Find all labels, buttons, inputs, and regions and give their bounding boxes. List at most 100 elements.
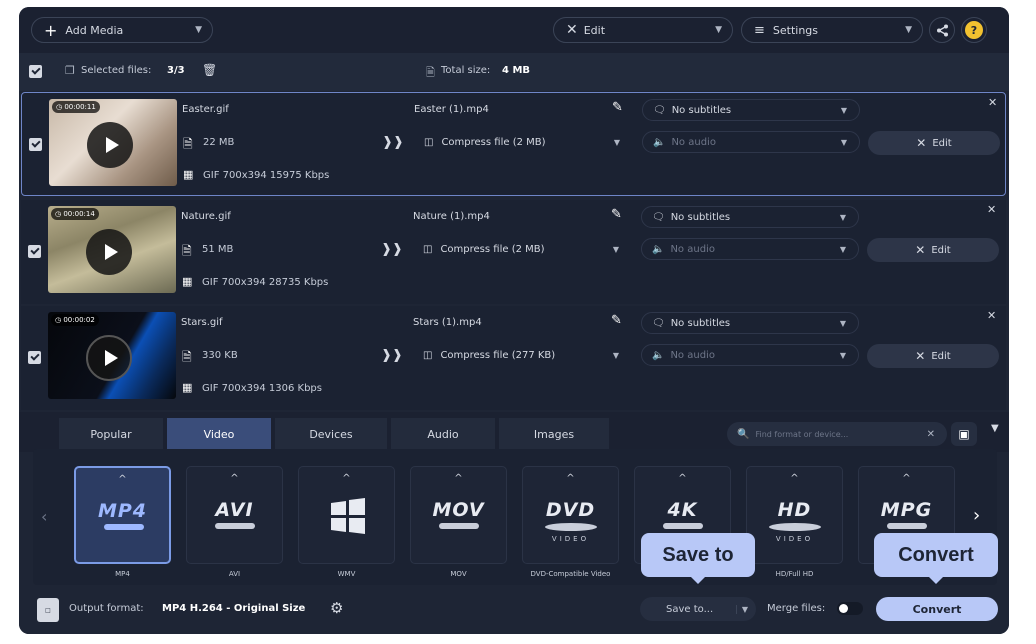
play-icon[interactable]: [86, 335, 132, 381]
play-icon[interactable]: [86, 229, 132, 275]
output-filename[interactable]: Nature (1).mp4: [413, 211, 490, 222]
file-info: GIF 700x394 15975 Kbps: [203, 170, 330, 181]
edit-file-button[interactable]: ✕ Edit: [867, 344, 999, 368]
tab-images[interactable]: Images: [499, 418, 609, 450]
scissors-icon: ✕: [566, 22, 578, 38]
tab-devices[interactable]: Devices: [275, 418, 387, 450]
expand-caret-icon[interactable]: ^: [523, 473, 618, 484]
edit-file-button[interactable]: ✕ Edit: [868, 131, 1000, 155]
chevron-down-icon: ▼: [840, 137, 847, 147]
file-row[interactable]: ◷ 00:00:02 Stars.gif 🗎 330 KB ▦ GIF 700x…: [21, 306, 1006, 410]
compress-dropdown[interactable]: ◫ Compress file (2 MB) ▼: [414, 131, 632, 153]
expand-caret-icon[interactable]: ^: [635, 473, 730, 484]
subtitles-dropdown[interactable]: 🗨 No subtitles ▼: [642, 99, 860, 121]
audio-dropdown[interactable]: 🔈 No audio ▼: [641, 238, 859, 260]
save-to-button[interactable]: Save to... ▼: [640, 597, 756, 621]
detect-device-button[interactable]: ▣: [951, 422, 977, 446]
edit-file-label: Edit: [931, 350, 951, 362]
scissors-icon: ✕: [915, 243, 926, 257]
menu-lines-icon: ≡: [754, 22, 765, 38]
expand-caret-icon[interactable]: ^: [859, 473, 954, 484]
settings-menu-button[interactable]: ≡ Settings ▼: [741, 17, 923, 43]
top-toolbar: + Add Media ▼ ✕ Edit ▼ ≡ Settings ▼ ?: [19, 7, 1009, 53]
gear-icon[interactable]: ⚙: [330, 599, 343, 617]
expand-caret-icon[interactable]: ^: [411, 473, 506, 484]
tab-audio[interactable]: Audio: [391, 418, 495, 450]
file-size: 51 MB: [202, 244, 234, 255]
edit-menu-button[interactable]: ✕ Edit ▼: [553, 17, 733, 43]
plus-icon: +: [44, 20, 58, 40]
format-card-mp4[interactable]: ^ MP4: [74, 466, 171, 564]
convert-arrow-icon: ❱❱: [381, 242, 403, 257]
share-button[interactable]: [929, 17, 955, 43]
format-logo: DVD: [545, 499, 596, 521]
collapse-chevron-icon[interactable]: ▼: [991, 423, 999, 434]
pencil-icon[interactable]: ✎: [612, 100, 623, 115]
scroll-right-icon[interactable]: ›: [973, 505, 980, 526]
merge-files-toggle[interactable]: [837, 602, 863, 615]
compress-dropdown[interactable]: ◫ Compress file (2 MB) ▼: [413, 238, 631, 260]
format-search-input[interactable]: 🔍 Find format or device... ✕: [727, 422, 947, 446]
expand-caret-icon[interactable]: ^: [299, 473, 394, 484]
output-filename[interactable]: Stars (1).mp4: [413, 317, 482, 328]
file-checkbox[interactable]: [29, 138, 42, 151]
format-card-dvd[interactable]: ^ DVD VIDEO: [522, 466, 619, 564]
selected-files-count: 3/3: [167, 65, 185, 76]
subtitles-dropdown[interactable]: 🗨 No subtitles ▼: [641, 206, 859, 228]
subtitles-dropdown[interactable]: 🗨 No subtitles ▼: [641, 312, 859, 334]
remove-file-icon[interactable]: ✕: [988, 96, 997, 109]
expand-caret-icon[interactable]: ^: [76, 474, 169, 485]
subtitles-label: No subtitles: [671, 104, 732, 116]
tab-video[interactable]: Video: [167, 418, 271, 450]
add-media-button[interactable]: + Add Media ▼: [31, 17, 213, 43]
expand-caret-icon[interactable]: ^: [747, 473, 842, 484]
pencil-icon[interactable]: ✎: [611, 313, 622, 328]
edit-file-button[interactable]: ✕ Edit: [867, 238, 999, 262]
audio-label: No audio: [670, 349, 715, 361]
help-button[interactable]: ?: [961, 17, 987, 43]
film-icon: ▦: [182, 275, 193, 288]
tab-popular[interactable]: Popular: [59, 418, 163, 450]
file-row[interactable]: ◷ 00:00:14 Nature.gif 🗎 51 MB ▦ GIF 700x…: [21, 200, 1006, 304]
source-filename: Stars.gif: [181, 317, 223, 328]
file-icon: 🗎: [183, 137, 193, 151]
edit-file-label: Edit: [932, 137, 952, 149]
format-card-mov[interactable]: ^ MOV: [410, 466, 507, 564]
trash-icon[interactable]: 🗑: [202, 63, 217, 77]
compress-dropdown[interactable]: ◫ Compress file (277 KB) ▼: [413, 344, 631, 366]
format-card-wmv[interactable]: ^: [298, 466, 395, 564]
play-icon[interactable]: [87, 122, 133, 168]
video-thumbnail[interactable]: ◷ 00:00:14: [48, 206, 176, 293]
remove-file-icon[interactable]: ✕: [987, 203, 996, 216]
disc-shape: [545, 523, 597, 531]
selected-files-label: Selected files:: [81, 65, 152, 76]
chevron-down-icon: ▼: [839, 212, 846, 222]
compress-icon: ◫: [423, 349, 433, 361]
pencil-icon[interactable]: ✎: [611, 207, 622, 222]
audio-dropdown[interactable]: 🔈 No audio ▼: [642, 131, 860, 153]
video-thumbnail[interactable]: ◷ 00:00:11: [49, 99, 177, 186]
select-all-checkbox[interactable]: [29, 65, 42, 78]
speaker-icon: 🔈: [652, 349, 665, 361]
clear-search-icon[interactable]: ✕: [927, 429, 935, 440]
format-tabs: Popular Video Devices Audio Images 🔍 Fin…: [19, 412, 1009, 452]
convert-button[interactable]: Convert: [876, 597, 998, 621]
file-checkbox[interactable]: [28, 245, 41, 258]
expand-caret-icon[interactable]: ^: [187, 473, 282, 484]
audio-dropdown[interactable]: 🔈 No audio ▼: [641, 344, 859, 366]
convert-label: Convert: [912, 602, 962, 616]
format-card-hd[interactable]: ^ HD VIDEO: [746, 466, 843, 564]
output-format-value[interactable]: MP4 H.264 - Original Size: [162, 603, 305, 614]
duration-badge: ◷ 00:00:14: [51, 208, 99, 220]
file-row[interactable]: ◷ 00:00:11 Easter.gif 🗎 22 MB ▦ GIF 700x…: [21, 92, 1006, 196]
file-checkbox[interactable]: [28, 351, 41, 364]
format-card-avi[interactable]: ^ AVI: [186, 466, 283, 564]
scissors-icon: ✕: [916, 136, 927, 150]
chevron-down-icon[interactable]: ▼: [735, 604, 748, 614]
source-filename: Easter.gif: [182, 104, 229, 115]
scroll-left-icon[interactable]: ‹: [41, 507, 47, 526]
video-sublabel: VIDEO: [775, 535, 814, 543]
remove-file-icon[interactable]: ✕: [987, 309, 996, 322]
output-filename[interactable]: Easter (1).mp4: [414, 104, 489, 115]
video-thumbnail[interactable]: ◷ 00:00:02: [48, 312, 176, 399]
